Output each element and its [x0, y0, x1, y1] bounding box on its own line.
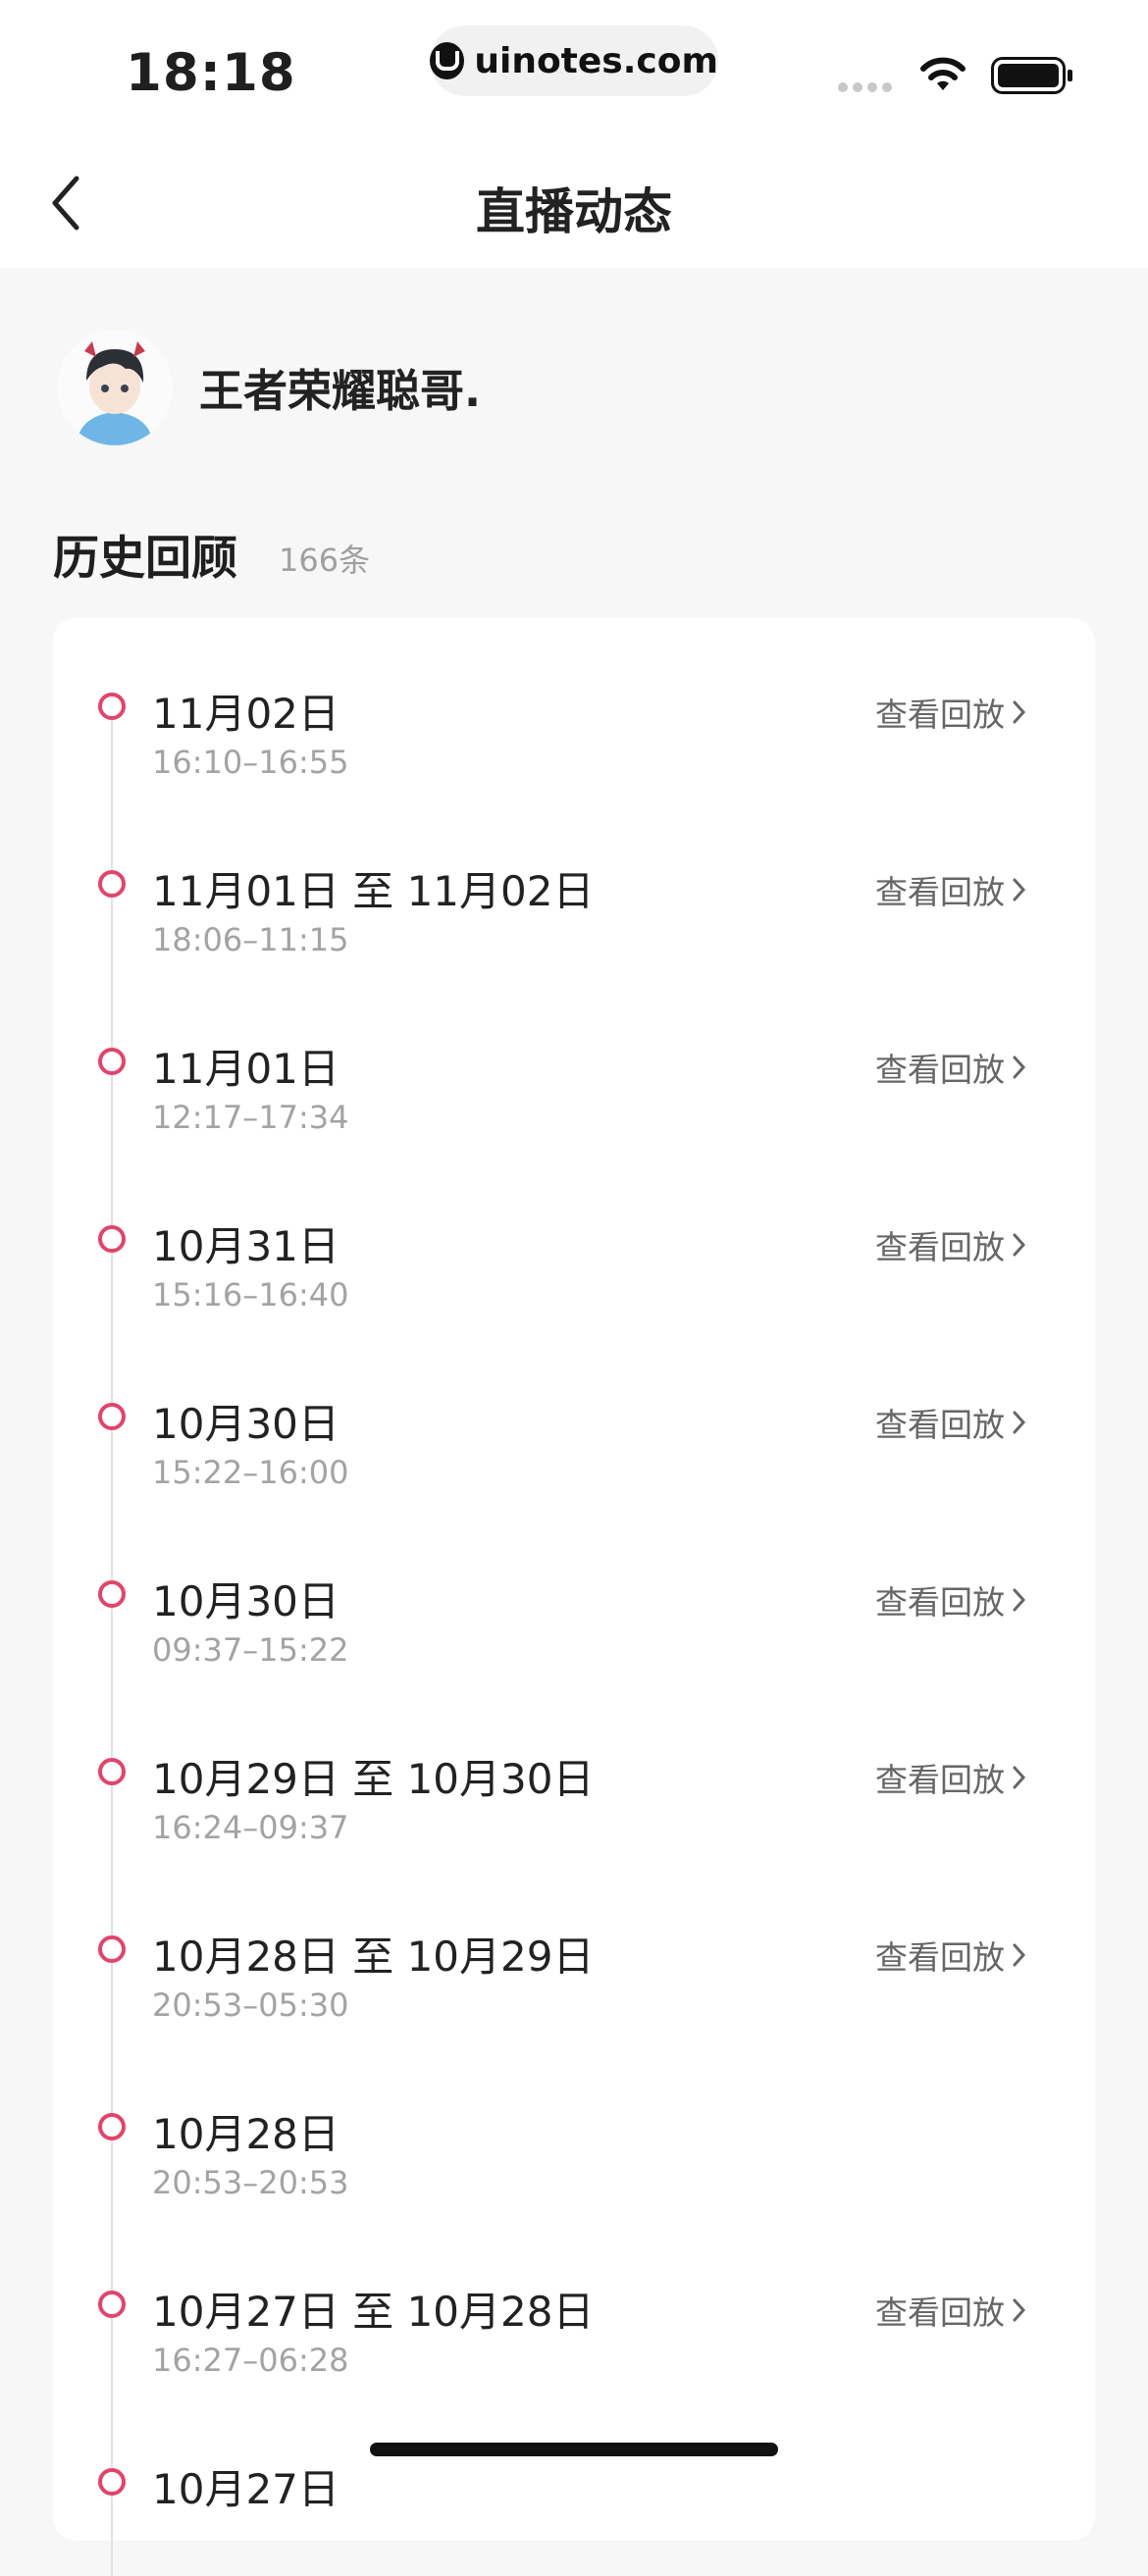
chevron-right-icon — [1013, 1588, 1026, 1612]
chevron-right-icon — [1013, 1766, 1026, 1789]
top-bar: 18:18 uinotes.com 直播动态 — [0, 0, 1148, 268]
timeline-dot-icon — [98, 2291, 126, 2318]
timeline-dot-icon — [98, 2113, 126, 2140]
list-item: 11月01日 12:17–17:34 查看回放 — [53, 973, 1095, 1151]
view-replay-button[interactable]: 查看回放 — [875, 2287, 1026, 2334]
timeline-dot-icon — [98, 1225, 126, 1253]
entry-date: 10月30日 — [152, 1400, 339, 1448]
replay-label: 查看回放 — [875, 1051, 1005, 1089]
entry-date: 10月30日 — [152, 1577, 339, 1625]
replay-label: 查看回放 — [875, 696, 1005, 734]
entry-date: 11月02日 — [152, 690, 339, 738]
view-replay-button[interactable]: 查看回放 — [875, 866, 1026, 913]
list-item: 11月02日 16:10–16:55 查看回放 — [53, 618, 1095, 796]
history-count: 166条 — [279, 541, 371, 579]
home-indicator[interactable] — [370, 2443, 778, 2456]
list-item: 11月01日 至 11月02日 18:06–11:15 查看回放 — [53, 796, 1095, 973]
chevron-right-icon — [1013, 1056, 1026, 1079]
history-card: 11月02日 16:10–16:55 查看回放 11月01日 至 11月02日 … — [53, 618, 1095, 2576]
entry-time: 16:24–09:37 — [152, 1809, 349, 1846]
entry-date: 10月29日 至 10月30日 — [152, 1755, 595, 1803]
replay-label: 查看回放 — [875, 1761, 1005, 1799]
cellular-signal-icon — [838, 82, 892, 92]
replay-label: 查看回放 — [875, 1938, 1005, 1977]
wifi-icon — [920, 57, 965, 90]
replay-label: 查看回放 — [875, 1228, 1005, 1266]
streamer-name[interactable]: 王者荣耀聪哥. — [199, 355, 481, 419]
list-item: 10月27日 — [53, 2394, 1095, 2571]
url-text: uinotes.com — [474, 40, 718, 81]
timeline-dot-icon — [98, 1580, 126, 1608]
view-replay-button[interactable]: 查看回放 — [875, 1221, 1026, 1268]
page-title: 直播动态 — [476, 183, 672, 240]
avatar-illustration — [57, 330, 173, 445]
view-replay-button[interactable]: 查看回放 — [875, 1044, 1026, 1091]
chevron-right-icon — [1013, 878, 1026, 902]
timeline-dot-icon — [98, 1403, 126, 1430]
url-pill[interactable]: uinotes.com — [430, 26, 718, 96]
timeline-dot-icon — [98, 1758, 126, 1785]
timeline-dot-icon — [98, 1048, 126, 1075]
view-replay-button[interactable]: 查看回放 — [875, 689, 1026, 736]
replay-label: 查看回放 — [875, 2293, 1005, 2332]
entry-time: 16:27–06:28 — [152, 2342, 349, 2379]
list-item: 10月31日 15:16–16:40 查看回放 — [53, 1151, 1095, 1328]
entry-time: 20:53–20:53 — [152, 2164, 349, 2201]
list-item: 10月29日 至 10月30日 16:24–09:37 查看回放 — [53, 1683, 1095, 1861]
entry-date: 11月01日 — [152, 1045, 339, 1093]
view-replay-button[interactable]: 查看回放 — [875, 1399, 1026, 1446]
list-item: 10月27日 至 10月28日 16:27–06:28 查看回放 — [53, 2216, 1095, 2394]
timeline-dot-icon — [98, 693, 126, 720]
timeline-dot-icon — [98, 2468, 126, 2496]
replay-label: 查看回放 — [875, 1583, 1005, 1622]
list-item: 10月30日 09:37–15:22 查看回放 — [53, 1506, 1095, 1683]
entry-date: 10月27日 至 10月28日 — [152, 2288, 595, 2336]
list-item: 10月28日 20:53–20:53 — [53, 2038, 1095, 2216]
entry-time: 16:10–16:55 — [152, 744, 349, 781]
entry-time: 09:37–15:22 — [152, 1631, 349, 1669]
section-title: 历史回顾 — [53, 532, 237, 586]
avatar[interactable] — [57, 330, 173, 445]
entry-time: 20:53–05:30 — [152, 1986, 349, 2024]
entry-date: 10月31日 — [152, 1222, 339, 1270]
entry-date: 10月28日 至 10月29日 — [152, 1932, 595, 1981]
view-replay-button[interactable]: 查看回放 — [875, 1932, 1026, 1979]
entry-time: 18:06–11:15 — [152, 921, 349, 958]
entry-time: 12:17–17:34 — [152, 1099, 349, 1136]
entry-time: 15:16–16:40 — [152, 1276, 349, 1314]
status-time: 18:18 — [126, 43, 296, 103]
chevron-right-icon — [1013, 2298, 1026, 2322]
battery-icon — [991, 57, 1072, 94]
chevron-right-icon — [1013, 1233, 1026, 1257]
entry-date: 10月27日 — [152, 2465, 339, 2513]
list-item: 10月28日 至 10月29日 20:53–05:30 查看回放 — [53, 1861, 1095, 2038]
view-replay-button[interactable]: 查看回放 — [875, 1754, 1026, 1801]
chevron-right-icon — [1013, 700, 1026, 724]
entry-date: 10月28日 — [152, 2110, 339, 2158]
timeline-dot-icon — [98, 1935, 126, 1963]
entry-date: 11月01日 至 11月02日 — [152, 867, 595, 915]
timeline-dot-icon — [98, 870, 126, 898]
entry-time: 15:22–16:00 — [152, 1454, 349, 1491]
chevron-right-icon — [1013, 1411, 1026, 1434]
view-replay-button[interactable]: 查看回放 — [875, 1576, 1026, 1623]
list-item: 10月30日 15:22–16:00 查看回放 — [53, 1328, 1095, 1506]
replay-label: 查看回放 — [875, 873, 1005, 911]
replay-label: 查看回放 — [875, 1406, 1005, 1444]
site-logo-icon — [430, 42, 465, 79]
chevron-right-icon — [1013, 1943, 1026, 1967]
